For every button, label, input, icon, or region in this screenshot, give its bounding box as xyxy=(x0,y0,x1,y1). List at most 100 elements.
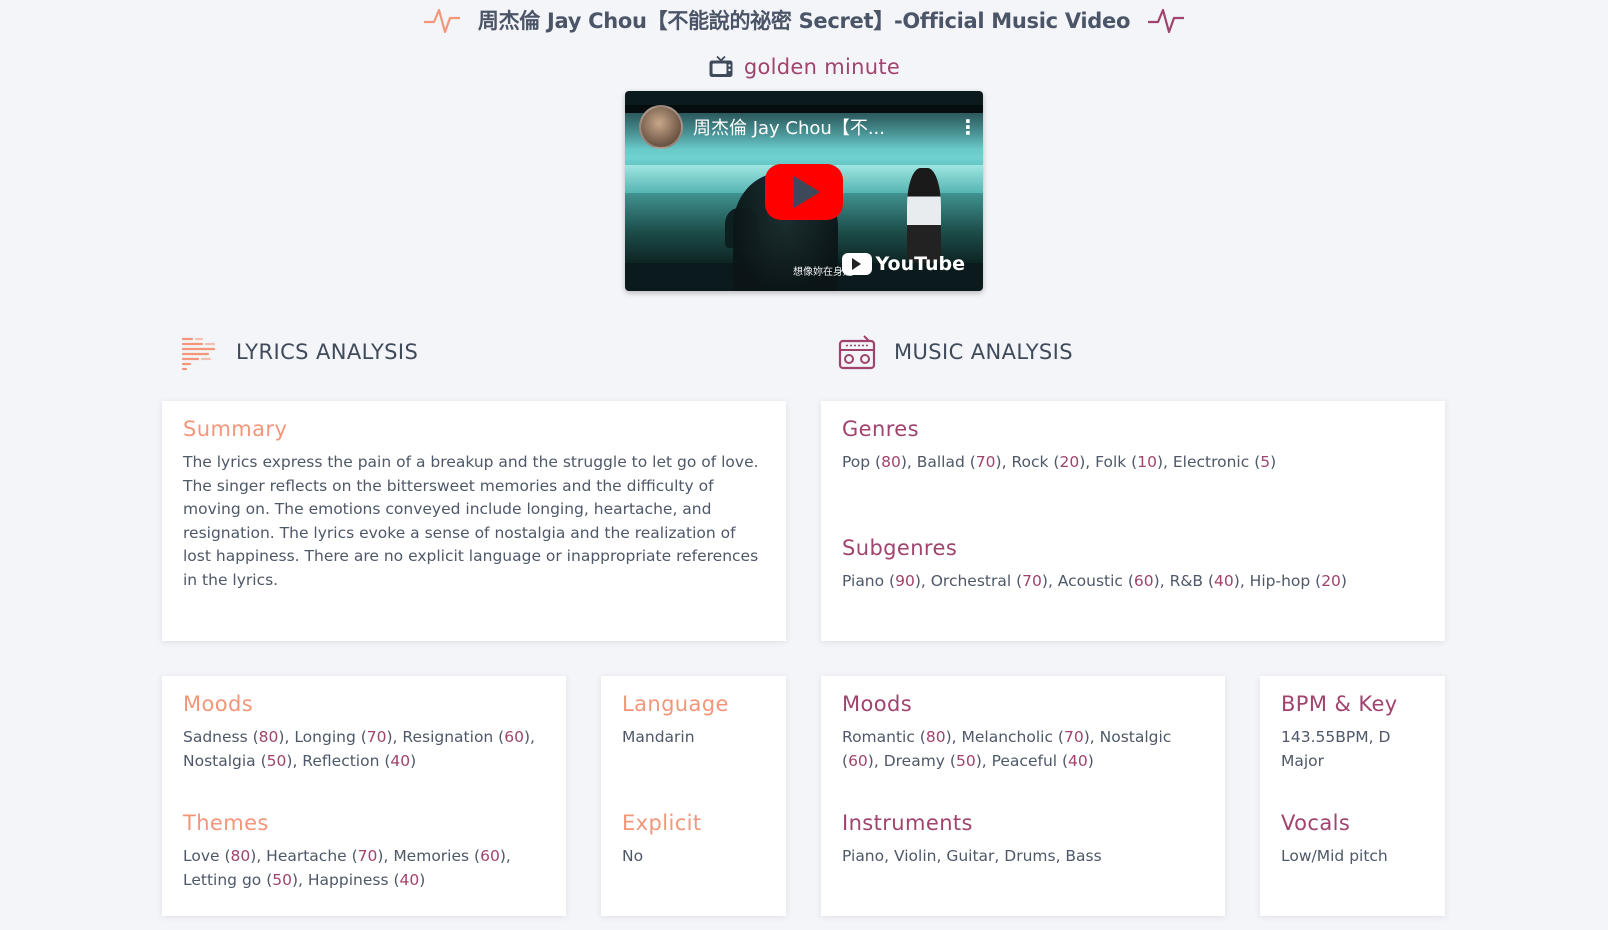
list-item-score: 60 xyxy=(1133,572,1154,590)
list-item-score: 20 xyxy=(1059,453,1080,471)
list-item-score: 20 xyxy=(1321,572,1341,590)
list-item-score: 50 xyxy=(955,751,976,770)
music-moods-card: Moods Romantic (80), Melancholic (70), N… xyxy=(821,676,1225,916)
music-moods-title: Moods xyxy=(842,692,913,716)
list-item-name: Acoustic ( xyxy=(1057,572,1134,590)
list-item-score: 80 xyxy=(881,453,901,471)
list-item-name: Hip-hop ( xyxy=(1249,572,1322,590)
video-player[interactable]: 周杰倫 Jay Chou【不... ⋮ 想像妳在身邊 YouTube xyxy=(625,91,983,291)
list-item-name: Dreamy ( xyxy=(883,751,956,770)
themes-list: Love (80), Heartache (70), Memories (60)… xyxy=(183,847,511,889)
video-topbar: 周杰倫 Jay Chou【不... ⋮ xyxy=(625,105,983,149)
summary-title: Summary xyxy=(183,417,288,441)
list-item-score: 40 xyxy=(399,870,420,889)
instruments-title: Instruments xyxy=(842,811,973,835)
list-item-score: 70 xyxy=(366,728,387,746)
subgenres-title: Subgenres xyxy=(842,536,958,560)
list-item-name: Nostalgia ( xyxy=(183,751,267,770)
lyrics-moods-list: Sadness (80), Longing (70), Resignation … xyxy=(183,728,535,770)
radio-icon xyxy=(838,335,876,370)
subgenres-list: Piano (90), Orchestral (70), Acoustic (6… xyxy=(842,572,1347,590)
list-item-name: Sadness ( xyxy=(183,728,259,746)
summary-card: Summary The lyrics express the pain of a… xyxy=(162,401,786,641)
list-item-score: 90 xyxy=(895,572,915,590)
list-item-name: Romantic ( xyxy=(842,728,926,746)
channel-avatar[interactable] xyxy=(639,105,683,149)
music-moods-list: Romantic (80), Melancholic (70), Nostalg… xyxy=(842,728,1172,770)
lines-icon xyxy=(181,337,216,371)
list-item-score: 40 xyxy=(390,751,411,770)
video-title[interactable]: 周杰倫 Jay Chou【不... xyxy=(693,114,943,140)
instruments-value: Piano, Violin, Guitar, Drums, Bass xyxy=(842,847,1102,865)
explicit-title: Explicit xyxy=(622,811,702,835)
play-icon xyxy=(794,176,820,208)
list-item-name: Reflection ( xyxy=(302,751,391,770)
genres-card: Genres Pop (80), Ballad (70), Rock (20),… xyxy=(821,401,1445,641)
tv-icon xyxy=(709,55,733,77)
list-item-name: Pop ( xyxy=(842,453,882,471)
list-item-name: Melancholic ( xyxy=(961,728,1064,746)
pulse-icon xyxy=(1148,8,1185,34)
music-section-header: MUSIC ANALYSIS xyxy=(838,330,1073,374)
pulse-icon xyxy=(423,8,460,34)
bpm-card: BPM & Key 143.55BPM, D Major Vocals Low/… xyxy=(1260,676,1445,916)
list-item-name: Piano ( xyxy=(842,572,896,590)
language-card: Language Mandarin Explicit No xyxy=(601,676,786,916)
lyrics-section-header: LYRICS ANALYSIS xyxy=(180,330,418,374)
themes-title: Themes xyxy=(183,811,269,835)
play-button[interactable] xyxy=(765,164,843,220)
list-item-score: 80 xyxy=(925,728,946,746)
list-item-score: 40 xyxy=(1214,572,1234,590)
list-item-score: 80 xyxy=(230,847,251,865)
list-item-name: Rock ( xyxy=(1011,453,1060,471)
youtube-wordmark: YouTube xyxy=(875,253,965,275)
list-item-score: 60 xyxy=(504,728,524,746)
lyrics-moods-card: Moods Sadness (80), Longing (70), Resign… xyxy=(162,676,566,916)
list-item-name: Letting go ( xyxy=(183,870,273,889)
mood-row: golden minute xyxy=(0,50,1608,84)
list-item-name: Folk ( xyxy=(1095,453,1138,471)
youtube-logo[interactable]: YouTube xyxy=(841,253,965,275)
list-item-score: 70 xyxy=(1063,728,1084,746)
explicit-value: No xyxy=(622,847,644,865)
bpm-title: BPM & Key xyxy=(1281,692,1398,716)
language-title: Language xyxy=(622,692,729,716)
list-item-name: Love ( xyxy=(183,847,231,865)
language-value: Mandarin xyxy=(622,728,695,746)
list-item-name: Resignation ( xyxy=(402,728,505,746)
lyrics-moods-title: Moods xyxy=(183,692,254,716)
list-item-score: 60 xyxy=(480,847,500,865)
genres-list: Pop (80), Ballad (70), Rock (20), Folk (… xyxy=(842,453,1277,471)
genres-title: Genres xyxy=(842,417,919,441)
list-item-score: 70 xyxy=(357,847,378,865)
list-item-score: 70 xyxy=(1022,572,1042,590)
list-item-score: 50 xyxy=(266,751,287,770)
bpm-value: 143.55BPM, D Major xyxy=(1281,728,1391,770)
vocals-value: Low/Mid pitch xyxy=(1281,847,1388,865)
list-item-name: Peaceful ( xyxy=(991,751,1069,770)
list-item-score: 70 xyxy=(975,453,996,471)
vocals-title: Vocals xyxy=(1281,811,1351,835)
list-item-name: Orchestral ( xyxy=(930,572,1023,590)
list-item-name: Electronic ( xyxy=(1172,453,1261,471)
lyrics-section-title: LYRICS ANALYSIS xyxy=(236,340,419,364)
list-item-name: Ballad ( xyxy=(916,453,976,471)
more-options-icon[interactable]: ⋮ xyxy=(953,115,983,139)
list-item-score: 50 xyxy=(272,870,292,889)
list-item-score: 80 xyxy=(258,728,279,746)
song-title: 周杰倫 Jay Chou【不能說的祕密 Secret】-Official Mus… xyxy=(477,9,1131,33)
list-item-name: Happiness ( xyxy=(307,870,400,889)
list-item-name: R&B ( xyxy=(1169,572,1215,590)
title-row: 周杰倫 Jay Chou【不能說的祕密 Secret】-Official Mus… xyxy=(0,0,1608,40)
list-item-name: Memories ( xyxy=(393,847,481,865)
list-item-name: Longing ( xyxy=(294,728,367,746)
list-item-score: 5 xyxy=(1260,453,1271,471)
mood-tag: golden minute xyxy=(743,55,901,79)
youtube-icon xyxy=(841,253,872,275)
summary-text: The lyrics express the pain of a breakup… xyxy=(183,453,759,589)
list-item-score: 60 xyxy=(848,751,868,770)
list-item-score: 40 xyxy=(1068,751,1088,770)
list-item-score: 10 xyxy=(1137,453,1157,471)
music-section-title: MUSIC ANALYSIS xyxy=(894,340,1073,364)
list-item-name: Heartache ( xyxy=(266,847,358,865)
